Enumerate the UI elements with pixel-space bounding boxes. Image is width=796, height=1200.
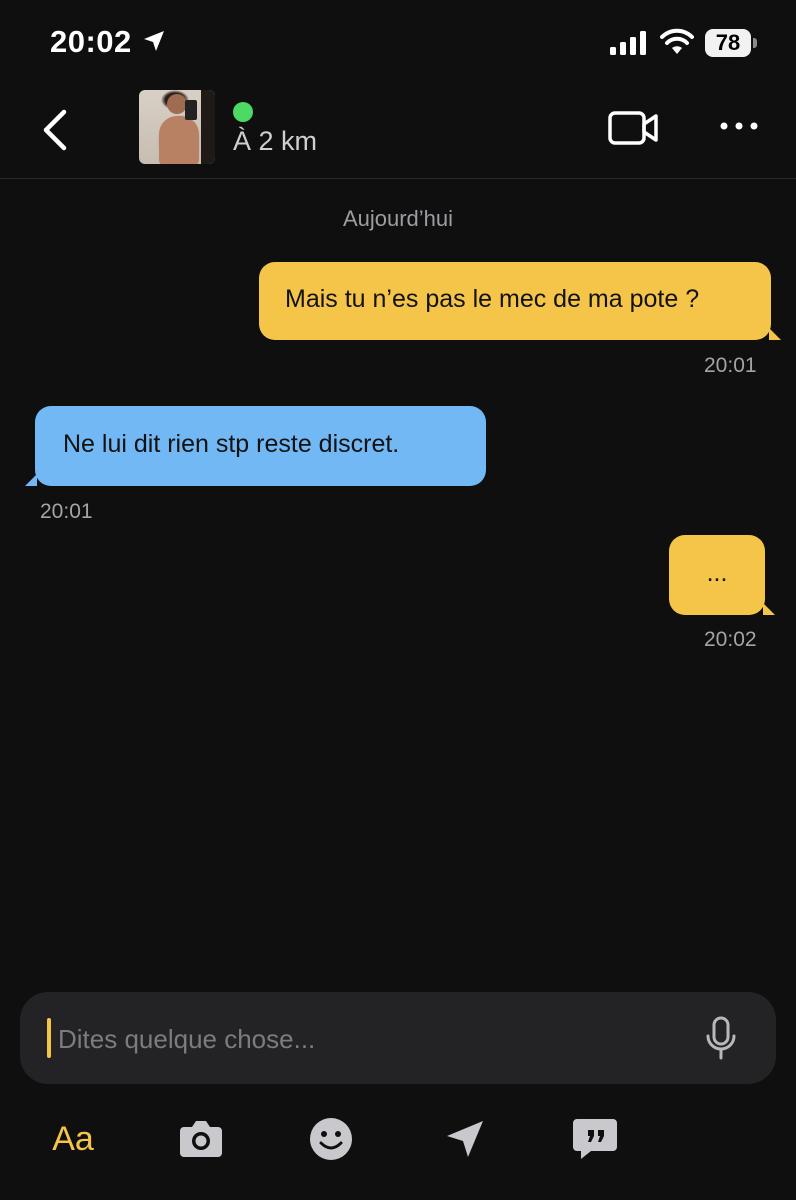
chat-header: À 2 km — [0, 90, 796, 179]
avatar-torso — [159, 116, 199, 164]
microphone-icon[interactable] — [704, 1016, 738, 1062]
video-camera-icon[interactable] — [607, 108, 659, 148]
wifi-icon — [660, 28, 694, 54]
message-timestamp: 20:01 — [704, 354, 757, 377]
outgoing-message[interactable]: Mais tu n’es pas le mec de ma pote ? — [259, 262, 781, 340]
status-time: 20:02 — [50, 24, 132, 59]
message-composer[interactable] — [20, 992, 776, 1084]
message-timestamp: 20:01 — [40, 500, 93, 523]
incoming-message[interactable]: Ne lui dit rien stp reste discret. — [25, 406, 486, 486]
saved-phrases-icon — [573, 1119, 617, 1159]
back-chevron-icon[interactable] — [38, 108, 74, 152]
avatar-shade — [201, 90, 215, 164]
saved-phrases-button[interactable] — [570, 1113, 620, 1165]
location-arrow-icon — [144, 31, 164, 51]
text-caret — [47, 1018, 51, 1058]
more-dots-icon[interactable] — [718, 120, 760, 132]
date-separator: Aujourd’hui — [342, 206, 454, 231]
avatar[interactable] — [139, 90, 215, 164]
text-style-button[interactable]: Aa — [46, 1113, 100, 1165]
camera-icon — [180, 1121, 222, 1157]
outgoing-message[interactable]: ... — [669, 535, 775, 615]
emoji-icon — [310, 1118, 352, 1160]
battery-level: 78 — [705, 29, 751, 57]
send-location-icon — [447, 1121, 483, 1157]
battery-tip — [753, 38, 757, 48]
message-timestamp: 20:02 — [704, 628, 757, 651]
message-input[interactable] — [58, 1022, 658, 1056]
avatar-phone — [185, 100, 197, 120]
online-status-dot — [233, 102, 253, 122]
signal-icon — [610, 31, 646, 55]
camera-button[interactable] — [176, 1113, 226, 1165]
send-location-button[interactable] — [440, 1113, 490, 1165]
composer-toolbar: Aa — [0, 1105, 796, 1175]
status-bar: 20:02 78 — [0, 0, 796, 90]
avatar-head — [167, 94, 187, 114]
distance-label: À 2 km — [233, 126, 318, 156]
emoji-button[interactable] — [306, 1113, 356, 1165]
battery-icon: 78 — [705, 29, 757, 57]
